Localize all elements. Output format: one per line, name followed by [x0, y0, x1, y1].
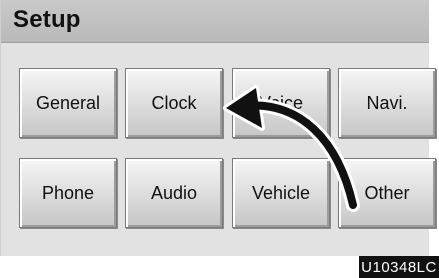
vehicle-button[interactable]: Vehicle [232, 158, 330, 228]
clock-button[interactable]: Clock [125, 68, 223, 138]
audio-button[interactable]: Audio [125, 158, 223, 228]
general-button[interactable]: General [19, 68, 117, 138]
other-button[interactable]: Other [338, 158, 436, 228]
figure-code-label: U10348LC [359, 256, 439, 278]
screen-title: Setup [13, 6, 81, 33]
phone-button[interactable]: Phone [19, 158, 117, 228]
setup-screen: Setup General Clock Voice Navi. Phone Au… [0, 0, 436, 256]
navi-button[interactable]: Navi. [338, 68, 436, 138]
screen-header: Setup [1, 0, 429, 43]
voice-button[interactable]: Voice [232, 68, 330, 138]
